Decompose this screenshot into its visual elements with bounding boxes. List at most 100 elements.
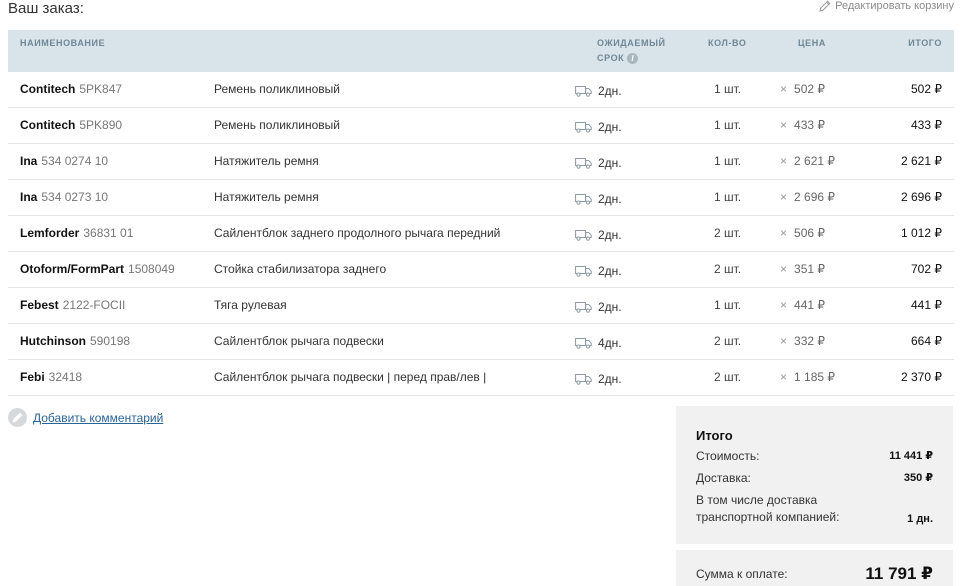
item-total: 1 012 ₽ [901,226,942,240]
item-brand[interactable]: Hutchinson 590198 [20,334,130,348]
edit-cart-link[interactable]: Редактировать корзину [819,0,954,12]
summary-pay-label: Сумма к оплате: [696,567,788,581]
brand-name: Otoform/FormPart [20,262,125,276]
price-value: 433 ₽ [794,118,826,132]
eta-value: 2дн. [598,300,622,314]
item-brand[interactable]: Ina 534 0274 10 [20,154,108,168]
order-table: НАИМЕНОВАНИЕ ОЖИДАЕМЫЙ СРОК i КОЛ-ВО ЦЕНА… [8,30,954,396]
item-price: × 2 621 ₽ [780,154,835,168]
item-brand[interactable]: Contitech 5PK847 [20,82,122,96]
add-comment-link[interactable]: Добавить комментарий [8,408,163,427]
summary-pay-value: 11 791 ₽ [865,564,933,583]
price-value: 2 696 ₽ [794,190,836,204]
header-eta-line1: ОЖИДАЕМЫЙ [597,38,666,48]
article-number: 5PK890 [79,118,123,132]
summary-title: Итого [696,428,733,443]
brand-name: Contitech [20,118,76,132]
item-qty: 1 шт. [714,298,742,312]
eta-value: 2дн. [598,372,622,386]
article-number: 1508049 [128,262,175,276]
item-price: × 332 ₽ [780,334,825,348]
price-value: 1 185 ₽ [794,370,836,384]
table-row: Hutchinson 590198 Сайлентблок рычага подве… [8,324,954,360]
item-price: × 433 ₽ [780,118,825,132]
times-icon: × [780,190,788,204]
header-price: ЦЕНА [798,38,826,48]
item-brand[interactable]: Otoform/FormPart 1508049 [20,262,175,276]
eta-value: 2дн. [598,192,622,206]
page-title: Ваш заказ: [8,0,84,17]
item-description: Ремень поликлиновый [214,118,340,132]
item-brand[interactable]: Febest 2122-FOCII [20,298,125,312]
header-eta-line2: СРОК [597,53,625,63]
table-row: Ina 534 0274 10 Натяжитель ремня 2дн. 1 шт. ×… [8,144,954,180]
table-row: Febi 32418 Сайлентблок рычага подвески | п… [8,360,954,396]
item-eta: 2дн. [575,84,622,98]
add-comment-label: Добавить комментарий [33,410,164,425]
price-value: 502 ₽ [794,82,826,96]
table-row: Otoform/FormPart 1508049 Стойка стабилизат… [8,252,954,288]
eta-value: 2дн. [598,84,622,98]
truck-icon [575,194,592,205]
summary-transport-label: В том числе доставка транспортной компан… [696,493,840,524]
item-price: × 1 185 ₽ [780,370,835,384]
item-eta: 2дн. [575,228,622,242]
times-icon: × [780,298,788,312]
table-row: Lemforder 36831 01 Сайлентблок заднего про… [8,216,954,252]
item-eta: 2дн. [575,192,622,206]
item-eta: 2дн. [575,156,622,170]
order-summary: Итого Стоимость: 11 441 ₽ Доставка: 350 … [676,406,953,586]
item-total: 2 696 ₽ [901,190,942,204]
eta-value: 2дн. [598,156,622,170]
header-total: ИТОГО [908,38,942,48]
item-total: 2 370 ₽ [901,370,942,384]
table-header: НАИМЕНОВАНИЕ ОЖИДАЕМЫЙ СРОК i КОЛ-ВО ЦЕНА… [8,30,954,72]
price-value: 441 ₽ [794,298,826,312]
item-brand[interactable]: Febi 32418 [20,370,82,384]
info-icon[interactable]: i [627,53,639,65]
item-total: 664 ₽ [911,334,942,348]
truck-icon [575,122,592,133]
item-price: × 441 ₽ [780,298,825,312]
item-eta: 4дн. [575,336,622,350]
brand-name: Ina [20,154,38,168]
item-eta: 2дн. [575,300,622,314]
article-number: 590198 [90,334,131,348]
item-brand[interactable]: Ina 534 0273 10 [20,190,108,204]
brand-name: Febest [20,298,59,312]
summary-delivery-value: 350 ₽ [903,472,933,484]
truck-icon [575,338,592,349]
item-qty: 2 шт. [714,334,742,348]
table-row: Contitech 5PK847 Ремень поликлиновый 2дн. 1 … [8,72,954,108]
item-price: × 502 ₽ [780,82,825,96]
price-value: 506 ₽ [794,226,826,240]
header-qty: КОЛ-ВО [708,38,747,48]
table-row: Febest 2122-FOCII Тяга рулевая 2дн. 1 шт. × 44… [8,288,954,324]
item-brand[interactable]: Lemforder 36831 01 [20,226,133,240]
item-qty: 2 шт. [714,262,742,276]
article-number: 32418 [48,370,83,384]
item-total: 2 621 ₽ [901,154,942,168]
table-row: Contitech 5PK890 Ремень поликлиновый 2дн. 1 … [8,108,954,144]
truck-icon [575,86,592,97]
item-eta: 2дн. [575,120,622,134]
times-icon: × [780,334,788,348]
item-description: Ремень поликлиновый [214,82,340,96]
edit-cart-label: Редактировать корзину [835,0,954,12]
truck-icon [575,374,592,385]
comment-pencil-icon [8,408,27,427]
times-icon: × [780,226,788,240]
item-qty: 1 шт. [714,118,742,132]
item-description: Сайлентблок рычага подвески [214,334,384,348]
article-number: 5PK847 [79,82,123,96]
eta-value: 2дн. [598,120,622,134]
brand-name: Lemforder [20,226,80,240]
times-icon: × [780,370,788,384]
truck-icon [575,302,592,313]
item-qty: 1 шт. [714,82,742,96]
item-total: 702 ₽ [911,262,942,276]
item-description: Тяга рулевая [214,298,287,312]
item-qty: 1 шт. [714,190,742,204]
item-brand[interactable]: Contitech 5PK890 [20,118,122,132]
table-row: Ina 534 0273 10 Натяжитель ремня 2дн. 1 шт. ×… [8,180,954,216]
